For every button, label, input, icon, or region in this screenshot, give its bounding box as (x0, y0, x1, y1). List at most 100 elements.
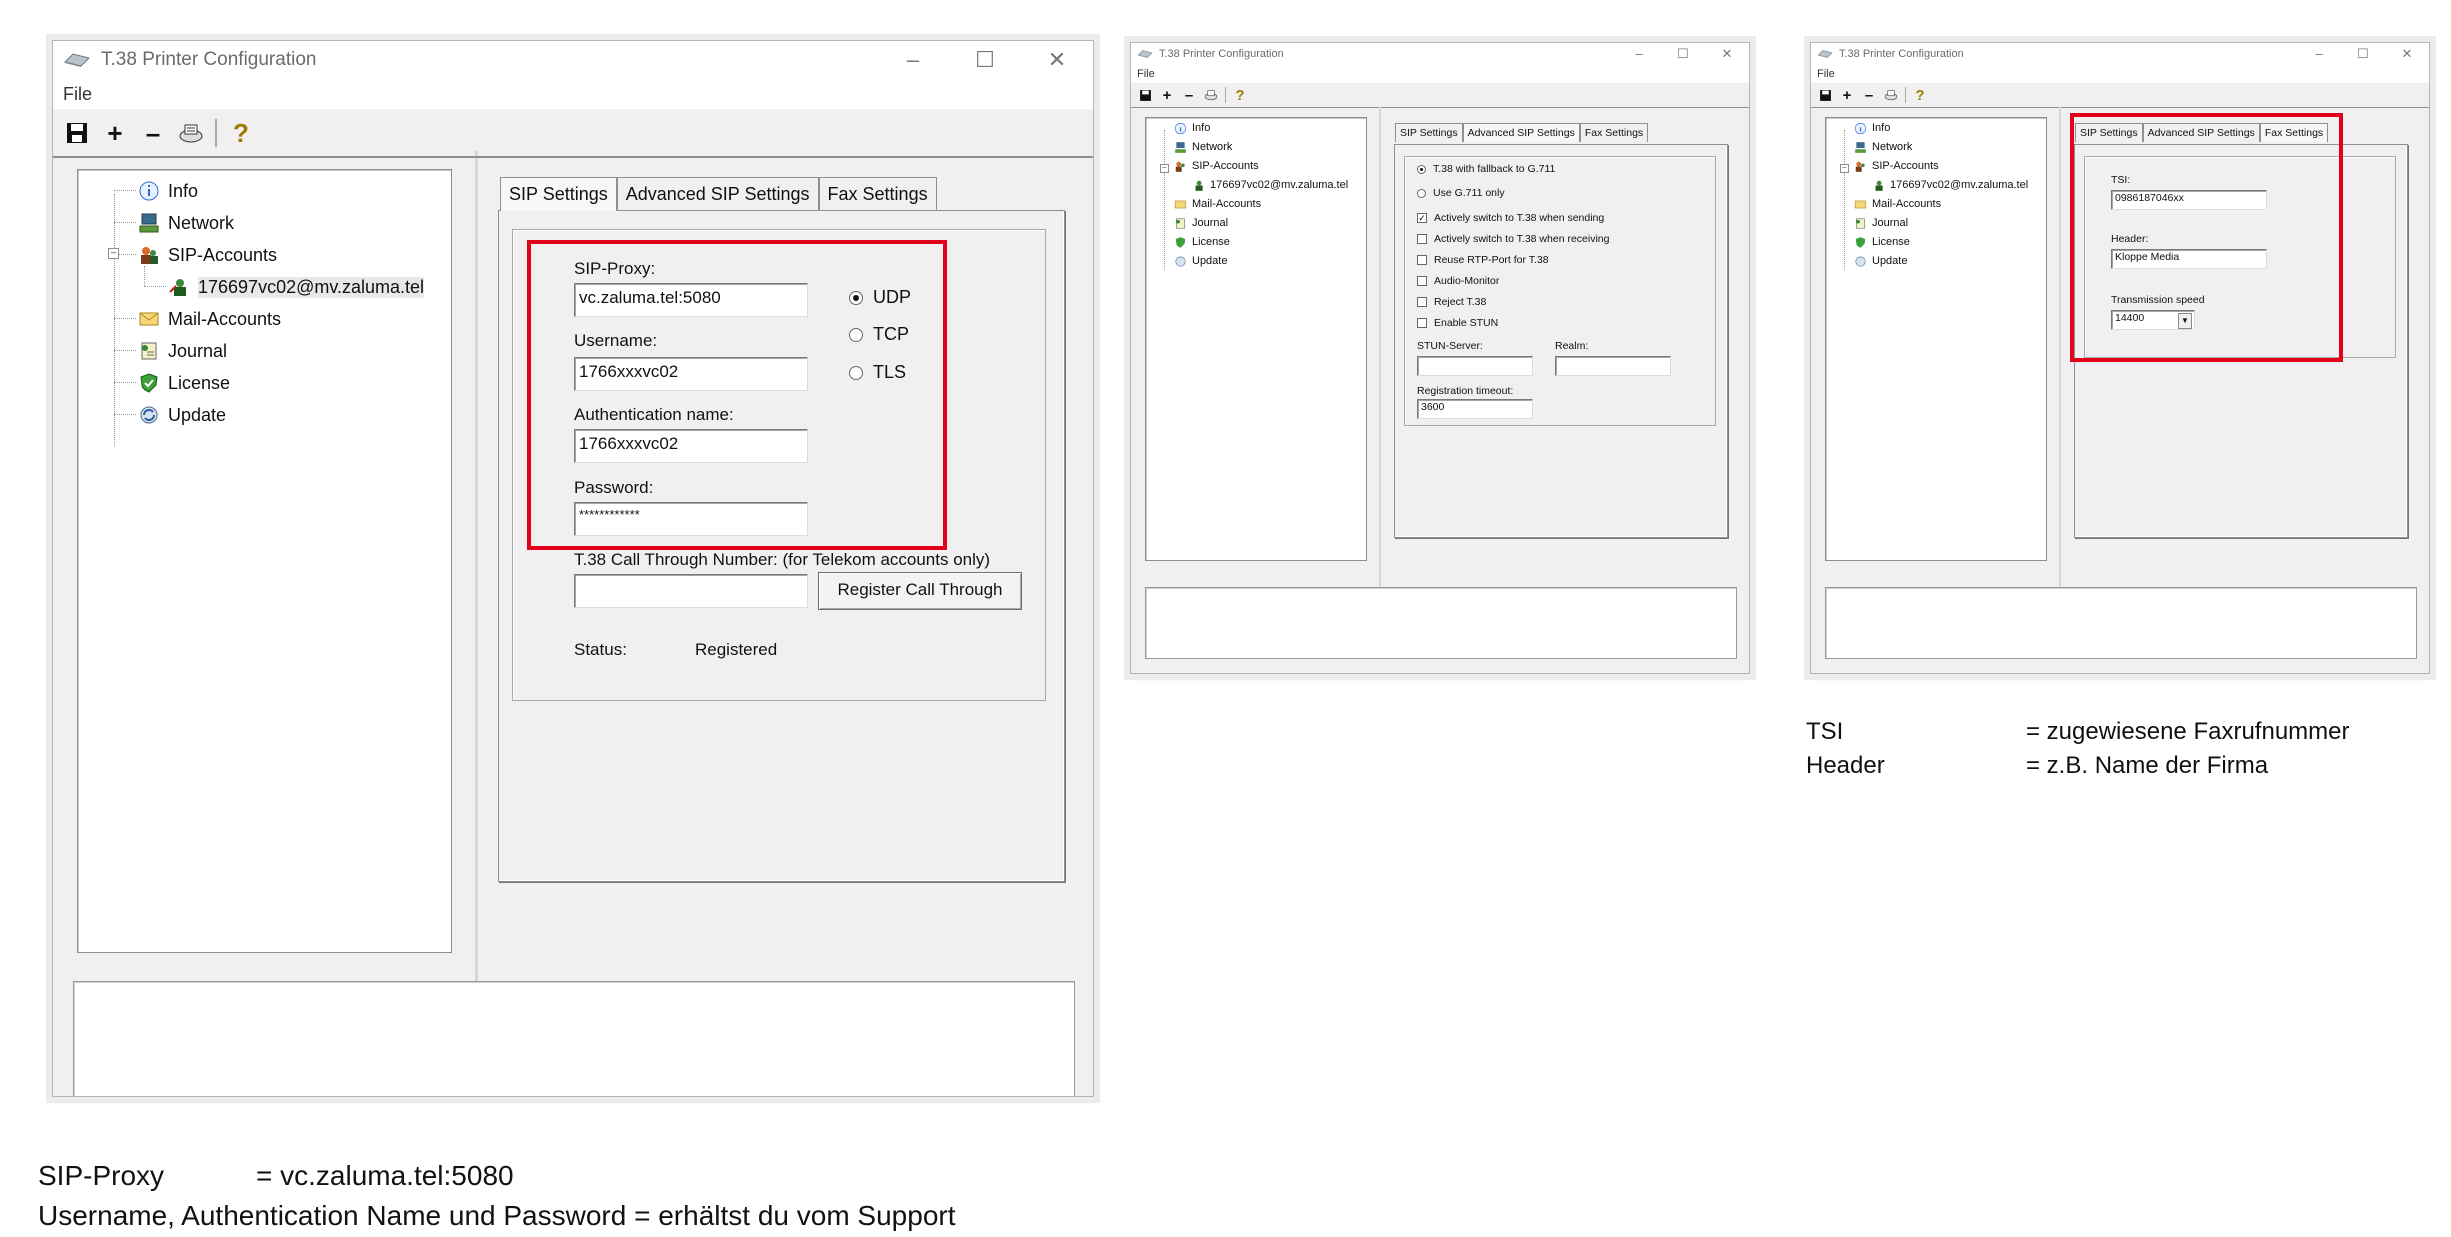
navigation-tree: – Info Network SIP-Accounts 176697vc02@m… (1825, 117, 2047, 561)
vertical-splitter[interactable] (475, 151, 478, 981)
tree-item-network[interactable]: Network (136, 210, 234, 236)
checkbox-audio-monitor[interactable]: Audio-Monitor (1417, 275, 1499, 287)
tab-advanced-sip-settings[interactable]: Advanced SIP Settings (616, 177, 819, 211)
license-icon (136, 372, 162, 394)
maximize-icon[interactable]: ☐ (949, 47, 1021, 73)
network-icon (1852, 141, 1868, 154)
register-call-through-button[interactable]: Register Call Through (818, 572, 1022, 610)
close-icon[interactable]: ✕ (1021, 47, 1093, 73)
tree-item-license[interactable]: License (1852, 234, 1910, 250)
minus-icon[interactable]: – (1861, 87, 1877, 104)
call-through-input[interactable] (574, 574, 808, 608)
status-panel (1145, 587, 1737, 659)
save-icon[interactable] (63, 119, 91, 147)
save-icon[interactable] (1817, 87, 1833, 103)
tree-item-sip-accounts[interactable]: SIP-Accounts (1172, 158, 1259, 174)
tree-item-update[interactable]: Update (1852, 253, 1907, 269)
tree-item-journal[interactable]: Journal (1172, 215, 1228, 231)
radio-t38-fallback[interactable]: T.38 with fallback to G.711 (1417, 163, 1555, 175)
help-icon[interactable]: ? (1232, 87, 1248, 104)
minus-icon[interactable]: – (1181, 87, 1197, 104)
printer-icon (63, 52, 91, 68)
account-icon (166, 276, 192, 298)
menu-file[interactable]: File (1817, 68, 1835, 80)
tree-item-account[interactable]: 176697vc02@mv.zaluma.tel (1870, 177, 2028, 193)
tree-item-sip-accounts[interactable]: SIP-Accounts (1852, 158, 1939, 174)
registration-timeout-input[interactable]: 3600 (1417, 399, 1533, 419)
close-icon[interactable]: ✕ (1705, 46, 1749, 62)
info-icon (1852, 122, 1868, 135)
tree-collapse-toggle[interactable]: – (108, 248, 119, 259)
help-icon[interactable]: ? (227, 118, 255, 148)
vertical-splitter[interactable] (1379, 107, 1381, 607)
tree-item-network[interactable]: Network (1852, 139, 1912, 155)
tree-collapse-toggle[interactable]: – (1840, 164, 1849, 173)
tree-item-journal[interactable]: Journal (136, 338, 227, 364)
checkbox-reject-t38[interactable]: Reject T.38 (1417, 296, 1486, 308)
toolbar-divider (1811, 107, 2429, 108)
toolbar: + – ? (53, 111, 1093, 155)
checkbox-switch-receiving[interactable]: Actively switch to T.38 when receiving (1417, 233, 1609, 245)
fax-icon[interactable] (1883, 87, 1899, 103)
tab-fax-settings[interactable]: Fax Settings (1579, 123, 1649, 142)
tree-item-sip-accounts[interactable]: SIP-Accounts (136, 242, 277, 268)
fax-icon[interactable] (1203, 87, 1219, 103)
status-label: Status: (574, 640, 627, 659)
journal-icon (136, 340, 162, 362)
menu-file[interactable]: File (63, 84, 92, 104)
fax-icon[interactable] (177, 119, 205, 147)
plus-icon[interactable]: + (1839, 87, 1855, 104)
plus-icon[interactable]: + (1159, 87, 1175, 104)
minimize-icon[interactable]: – (2297, 46, 2341, 62)
checkbox-switch-sending[interactable]: ✓ Actively switch to T.38 when sending (1417, 212, 1604, 224)
toolbar: + – ? (1811, 83, 2429, 107)
tree-collapse-toggle[interactable]: – (1160, 164, 1169, 173)
tree-item-license[interactable]: License (1172, 234, 1230, 250)
tab-sip-settings[interactable]: SIP Settings (1395, 123, 1463, 142)
close-icon[interactable]: ✕ (2385, 46, 2429, 62)
stun-server-input[interactable] (1417, 356, 1533, 376)
tree-item-account[interactable]: 176697vc02@mv.zaluma.tel (1190, 177, 1348, 193)
printer-icon (1137, 49, 1153, 59)
save-icon[interactable] (1137, 87, 1153, 103)
vertical-splitter[interactable] (2059, 107, 2061, 607)
account-icon (1870, 179, 1886, 192)
title-bar[interactable]: T.38 Printer Configuration – ☐ ✕ (1811, 43, 2429, 65)
tree-item-update[interactable]: Update (136, 402, 226, 428)
tree-item-update[interactable]: Update (1172, 253, 1227, 269)
tree-item-license[interactable]: License (136, 370, 230, 396)
checkbox-reuse-rtp[interactable]: Reuse RTP-Port for T.38 (1417, 254, 1549, 266)
tab-fax-settings[interactable]: Fax Settings (818, 177, 937, 211)
caption-header-def: = z.B. Name der Firma (2026, 752, 2269, 779)
checkbox-enable-stun[interactable]: Enable STUN (1417, 317, 1498, 329)
radio-g711-only[interactable]: Use G.711 only (1417, 187, 1505, 199)
menu-file[interactable]: File (1137, 68, 1155, 80)
plus-icon[interactable]: + (101, 118, 129, 148)
tree-item-mail-accounts[interactable]: Mail-Accounts (136, 306, 281, 332)
update-icon (1172, 255, 1188, 268)
maximize-icon[interactable]: ☐ (2341, 46, 2385, 62)
title-bar[interactable]: T.38 Printer Configuration – ☐ ✕ (1131, 43, 1749, 65)
call-through-label: T.38 Call Through Number: (for Telekom a… (574, 550, 991, 569)
maximize-icon[interactable]: ☐ (1661, 46, 1705, 62)
network-icon (1172, 141, 1188, 154)
help-icon[interactable]: ? (1912, 87, 1928, 104)
tree-item-network[interactable]: Network (1172, 139, 1232, 155)
minus-icon[interactable]: – (139, 118, 167, 148)
title-bar[interactable]: T.38 Printer Configuration – ☐ ✕ (53, 41, 1093, 79)
minimize-icon[interactable]: – (877, 47, 949, 73)
tree-item-account[interactable]: 176697vc02@mv.zaluma.tel (166, 274, 425, 300)
tree-item-mail-accounts[interactable]: Mail-Accounts (1852, 196, 1941, 212)
tree-item-info[interactable]: Info (1172, 120, 1210, 136)
config-window-fax-settings: T.38 Printer Configuration – ☐ ✕ File + … (1810, 42, 2430, 674)
tab-advanced-sip-settings[interactable]: Advanced SIP Settings (1462, 123, 1580, 142)
info-icon (136, 180, 162, 202)
tree-item-info[interactable]: Info (136, 178, 198, 204)
tree-item-info[interactable]: Info (1852, 120, 1890, 136)
tab-sip-settings[interactable]: SIP Settings (500, 177, 617, 211)
tree-item-mail-accounts[interactable]: Mail-Accounts (1172, 196, 1261, 212)
minimize-icon[interactable]: – (1617, 46, 1661, 62)
tree-item-journal[interactable]: Journal (1852, 215, 1908, 231)
realm-input[interactable] (1555, 356, 1671, 376)
tab-fax-settings[interactable]: Fax Settings (2259, 123, 2329, 142)
